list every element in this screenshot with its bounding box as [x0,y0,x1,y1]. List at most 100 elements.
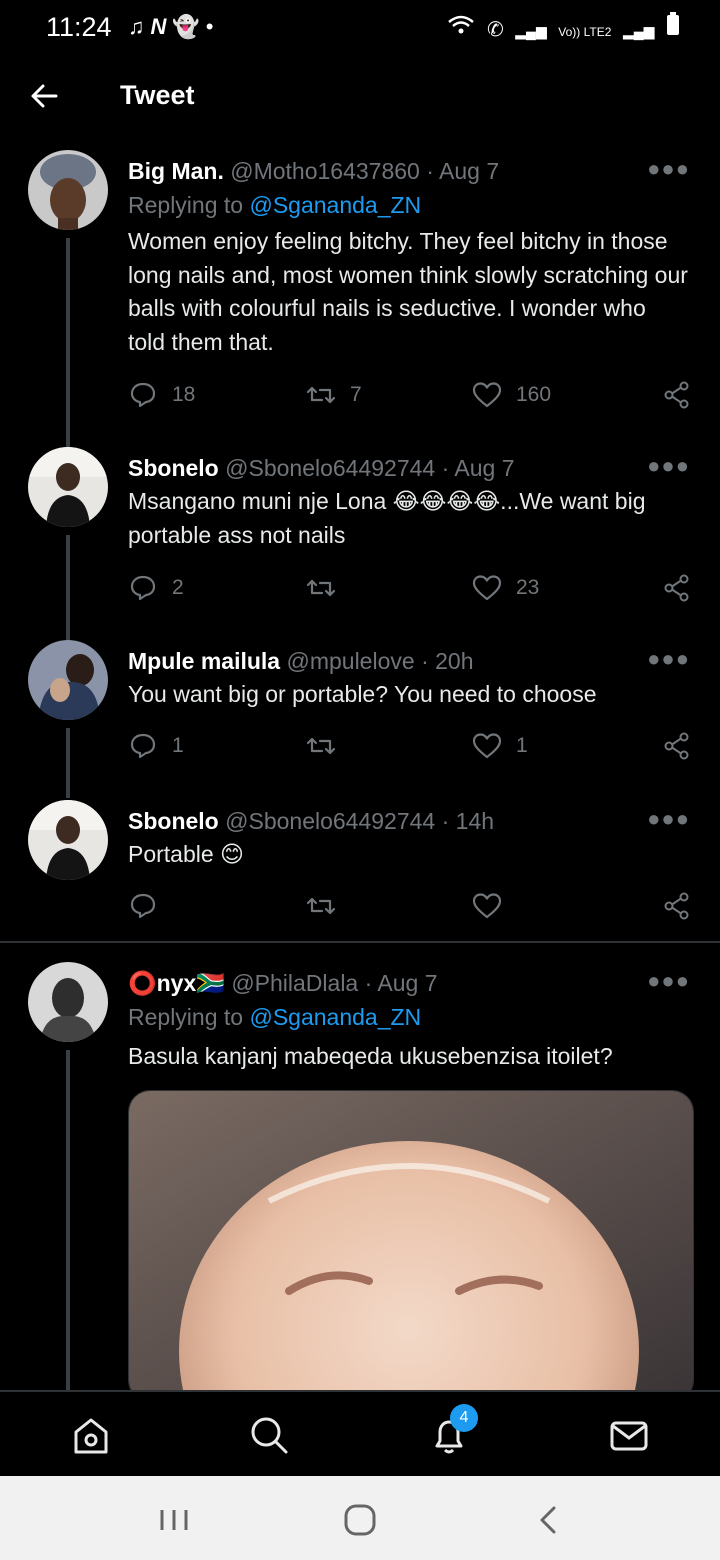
notifications-badge: 4 [450,1404,478,1432]
tweet-header: ⭕nyx🇿🇦 @PhilaDlala · Aug 7 [128,970,438,997]
wifi-icon [447,15,481,41]
tweet-time: Aug 7 [454,455,515,481]
battery-icon [666,12,680,41]
tweet-text: Women enjoy feeling bitchy. They feel bi… [128,228,688,355]
reply-icon [130,733,156,759]
reply-icon [130,893,156,919]
like-button[interactable]: 23 [472,570,539,606]
avatar[interactable] [28,800,108,880]
retweet-button[interactable] [306,888,336,924]
retweet-button[interactable]: 7 [306,377,362,413]
thread-line [66,728,70,798]
avatar[interactable] [28,962,108,1042]
signal-icon: ▂▄▆ [515,23,547,39]
home-icon[interactable] [66,1410,116,1460]
separator: · [364,970,373,996]
heart-icon [472,893,502,919]
like-button[interactable]: 160 [472,377,551,413]
page-title: Tweet [120,80,195,110]
more-options-icon[interactable]: ●●● [647,806,690,832]
author-name[interactable]: Mpule mailula [128,648,280,674]
heart-icon [472,382,502,408]
author-handle[interactable]: @PhilaDlala [231,970,358,996]
thread-line [66,238,70,450]
notification-icons: ♫N👻• [128,14,220,40]
share-icon [664,732,689,760]
like-count: 23 [516,576,540,599]
retweet-icon [306,737,336,755]
call-icon: ✆ [486,19,504,41]
share-button[interactable] [662,570,692,606]
tweet-text: Basula kanjanj mabeqeda ukusebenzisa ito… [128,1043,613,1069]
tweet-text: Portable 😊 [128,841,245,867]
signal-icon-2: ▂▄▆ [622,23,655,39]
tweet-header: Sbonelo @Sbonelo64492744 · Aug 7 [128,455,515,482]
dot-icon: • [205,14,220,39]
retweet-icon [306,897,336,915]
more-options-icon[interactable]: ●●● [647,646,690,672]
more-options-icon[interactable]: ●●● [647,156,690,182]
tweet[interactable]: Sbonelo @Sbonelo64492744 · 14h ●●● Porta… [0,800,720,930]
separator: · [426,158,434,184]
avatar[interactable] [28,640,108,720]
top-bar: Tweet [0,60,720,132]
like-button[interactable]: 1 [472,728,528,764]
tweet[interactable]: Mpule mailula @mpulelove · 20h ●●● You w… [0,640,720,798]
system-icons: ✆ ▂▄▆ Vo)) LTE2 ▂▄▆ [441,12,680,42]
tweet-time: Aug 7 [377,970,438,996]
tweet-text: You want big or portable? You need to ch… [128,681,597,707]
avatar[interactable] [28,447,108,527]
reply-button[interactable]: 2 [128,570,184,606]
reply-count: 18 [172,383,196,406]
snapchat-icon: 👻 [172,14,206,39]
author-name[interactable]: Big Man. [128,158,224,184]
heart-icon [472,733,502,759]
share-button[interactable] [662,888,692,924]
replying-to-link[interactable]: @Sgananda_ZN [249,1004,421,1030]
replying-to: Replying to @Sgananda_ZN [128,1004,421,1031]
author-name[interactable]: Sbonelo [128,455,219,481]
tweet[interactable]: Sbonelo @Sbonelo64492744 · Aug 7 ●●● Msa… [0,447,720,643]
recent-apps-icon[interactable] [156,1500,192,1540]
back-button-icon[interactable] [530,1500,566,1540]
reply-button[interactable]: 1 [128,728,184,764]
share-icon [664,892,689,920]
like-button[interactable] [472,888,502,924]
retweet-button[interactable] [306,570,350,606]
tweet-actions [128,888,694,924]
retweet-icon [306,579,336,597]
author-handle[interactable]: @Sbonelo64492744 [225,455,435,481]
tweet-text: Msangano muni nje Lona 😂😂😂😂...We want bi… [128,488,646,548]
replying-to-link[interactable]: @Sgananda_ZN [249,192,421,218]
author-handle[interactable]: @Sbonelo64492744 [225,808,435,834]
author-name[interactable]: Sbonelo [128,808,219,834]
android-navigation-bar [0,1476,720,1560]
back-arrow-icon[interactable] [26,76,66,116]
replying-to: Replying to @Sgananda_ZN [128,192,421,219]
tweet-media-image[interactable] [128,1090,694,1402]
status-bar: 11:24 ♫N👻• ✆ ▂▄▆ Vo)) LTE2 ▂▄▆ [0,0,720,52]
like-count: 160 [516,383,552,406]
reply-button[interactable]: 18 [128,377,195,413]
tweet[interactable]: Big Man. @Motho16437860 · Aug 7 ●●● Repl… [0,150,720,450]
retweet-button[interactable] [306,728,350,764]
home-button-icon[interactable] [340,1500,380,1540]
more-options-icon[interactable]: ●●● [647,453,690,479]
retweet-count: 7 [350,383,362,406]
author-handle[interactable]: @mpulelove [286,648,414,674]
reply-count: 2 [172,576,184,599]
author-name[interactable]: ⭕nyx🇿🇦 [128,970,225,996]
reply-button[interactable] [128,888,158,924]
share-button[interactable] [662,728,692,764]
bottom-navigation [0,1390,720,1478]
more-options-icon[interactable]: ●●● [647,968,690,994]
thread-divider [0,941,720,943]
share-button[interactable] [662,377,692,413]
messages-envelope-icon[interactable] [604,1410,654,1460]
share-icon [664,381,689,409]
search-icon[interactable] [244,1410,294,1460]
avatar[interactable] [28,150,108,230]
tweet-actions: 18 7 160 [128,377,694,413]
author-handle[interactable]: @Motho16437860 [230,158,420,184]
like-count: 1 [516,734,528,757]
